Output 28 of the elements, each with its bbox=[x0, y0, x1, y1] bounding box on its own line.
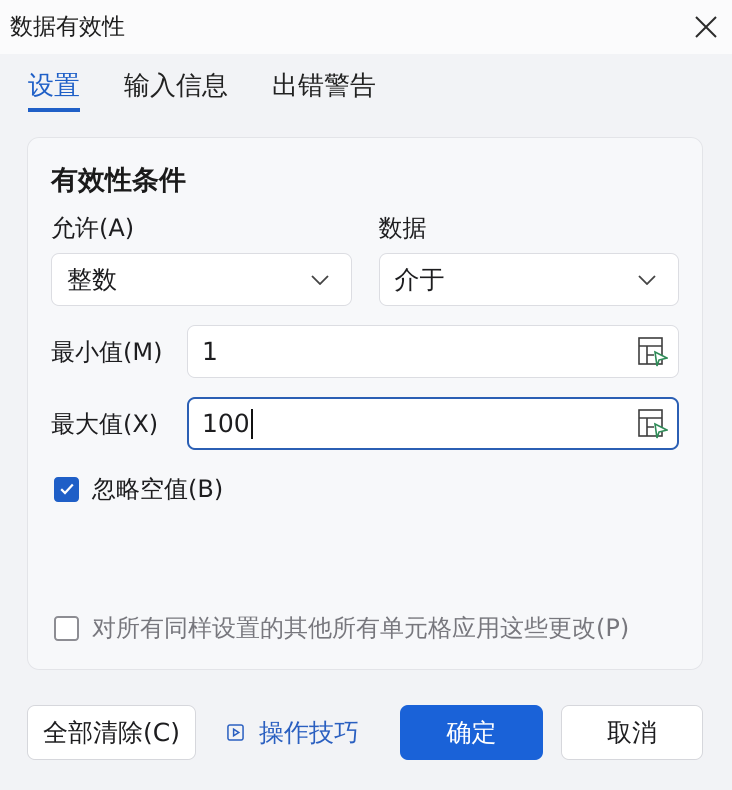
chevron-down-icon bbox=[638, 274, 656, 284]
tab[interactable]: 设置 bbox=[28, 68, 80, 112]
primary-button[interactable]: 确定 bbox=[400, 705, 543, 760]
checkbox-label: 忽略空值(B) bbox=[92, 474, 224, 505]
play-icon bbox=[226, 724, 244, 741]
table-arrow-icon[interactable] bbox=[638, 336, 668, 366]
chevron-down-icon bbox=[310, 274, 328, 284]
section-heading: 有效性条件 bbox=[51, 164, 187, 198]
dropdown[interactable]: 介于 bbox=[378, 253, 679, 306]
dropdown[interactable]: 整数 bbox=[51, 253, 352, 306]
table-arrow-icon[interactable] bbox=[638, 408, 668, 438]
field-label: 最小值(M) bbox=[51, 336, 164, 368]
input-field[interactable]: 100 bbox=[187, 397, 679, 450]
field-label: 允许(A) bbox=[51, 213, 134, 244]
tab[interactable]: 出错警告 bbox=[272, 68, 376, 112]
close-icon[interactable] bbox=[695, 16, 717, 38]
secondary-button[interactable]: 取消 bbox=[561, 705, 703, 760]
secondary-button[interactable]: 全部清除(C) bbox=[27, 705, 196, 760]
checkbox[interactable] bbox=[54, 476, 79, 502]
checkmark-icon bbox=[60, 483, 74, 495]
checkbox-label: 对所有同样设置的其他所有单元格应用这些更改(P) bbox=[92, 613, 630, 644]
text-cursor-icon bbox=[250, 408, 253, 438]
field-label: 最大值(X) bbox=[51, 408, 160, 440]
window-title: 数据有效性 bbox=[10, 13, 125, 42]
tab[interactable]: 输入信息 bbox=[124, 68, 228, 112]
field-label: 数据 bbox=[378, 213, 426, 244]
input-field[interactable]: 1 bbox=[187, 325, 679, 378]
tips-link[interactable]: 操作技巧 bbox=[226, 716, 359, 749]
